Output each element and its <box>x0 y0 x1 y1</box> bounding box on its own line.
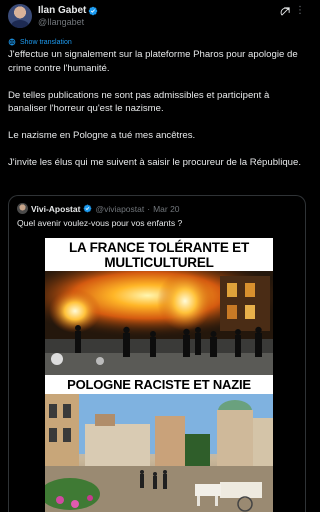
quoted-tweet-header: Vivi-Apostat @viviapostat · Mar 20 <box>17 203 180 214</box>
more-options-icon[interactable]: ⋮ <box>295 6 305 18</box>
square-photo <box>45 394 273 512</box>
tweet-paragraph: J'effectue un signalement sur la platefo… <box>8 49 298 74</box>
tweet-paragraph: De telles publications ne sont pas admis… <box>8 89 270 115</box>
verified-badge-icon <box>84 204 92 213</box>
quoted-author-name[interactable]: Vivi-Apostat <box>31 204 80 214</box>
show-translation-label[interactable]: Show translation <box>20 39 72 46</box>
quoted-author-avatar[interactable] <box>17 203 28 214</box>
show-translation-link[interactable]: Show translation <box>8 38 72 46</box>
quoted-tweet-date[interactable]: Mar 20 <box>153 204 179 214</box>
meme-bottom-caption: POLOGNE RACISTE ET NAZIE <box>67 377 251 392</box>
author-avatar[interactable] <box>8 4 32 28</box>
author-handle[interactable]: @Ilangabet <box>38 17 84 27</box>
tweet-header: Ilan Gabet @Ilangabet ⋮ <box>8 4 305 32</box>
globe-icon <box>8 38 16 46</box>
tweet-paragraph: J'invite les élus qui me suivent à saisi… <box>8 157 301 168</box>
quoted-author-handle[interactable]: @viviapostat <box>95 204 144 214</box>
quoted-tweet-text: Quel avenir voulez-vous pour vos enfants… <box>17 218 183 228</box>
verified-badge-icon <box>89 6 98 15</box>
author-name[interactable]: Ilan Gabet <box>38 5 86 16</box>
meme-top-caption: LA FRANCE TOLÉRANTE ET MULTICULTUREL <box>68 240 250 270</box>
riot-photo <box>45 271 273 375</box>
tweet-body: J'effectue un signalement sur la platefo… <box>8 48 306 183</box>
tweet-paragraph: Le nazisme en Pologne a tué mes ancêtres… <box>8 130 196 141</box>
meta-separator: · <box>147 203 151 214</box>
author-name-row: Ilan Gabet <box>38 5 98 16</box>
grok-icon[interactable] <box>280 6 291 17</box>
quoted-tweet-image[interactable]: LA FRANCE TOLÉRANTE ET MULTICULTUREL POL… <box>45 238 273 512</box>
quoted-tweet[interactable]: Vivi-Apostat @viviapostat · Mar 20 Quel … <box>8 195 306 512</box>
